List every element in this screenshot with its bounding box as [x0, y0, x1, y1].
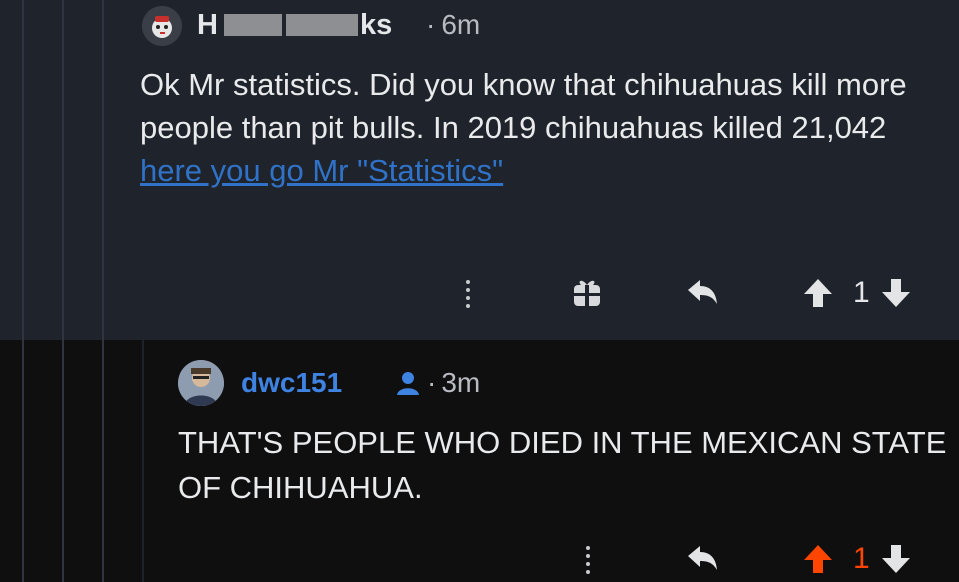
thread-line[interactable]	[62, 0, 64, 582]
comment-link[interactable]: here you go Mr "Statistics"	[140, 153, 503, 188]
separator: ·	[427, 367, 437, 398]
vote-count: 1	[853, 276, 870, 309]
avatar-image	[142, 6, 182, 46]
op-user-icon	[397, 372, 419, 395]
comment-meta: · 6m	[420, 8, 480, 42]
avatar-image	[178, 360, 224, 406]
downvote-icon[interactable]	[880, 542, 912, 576]
award-icon[interactable]	[572, 276, 602, 308]
vote-count: 1	[853, 542, 870, 575]
comment-body: THAT'S PEOPLE WHO DIED IN THE MEXICAN ST…	[178, 420, 958, 510]
vote-controls: 1	[801, 542, 912, 576]
username[interactable]: H ks	[197, 8, 392, 42]
avatar[interactable]	[142, 6, 182, 46]
username-part: ks	[359, 8, 393, 41]
reply-icon[interactable]	[684, 278, 720, 306]
reply-icon[interactable]	[684, 544, 720, 572]
username[interactable]: dwc151	[241, 365, 342, 401]
more-options-icon[interactable]	[585, 546, 591, 574]
avatar[interactable]	[178, 360, 224, 406]
redaction-block	[285, 14, 358, 36]
vote-controls: 1	[801, 276, 912, 310]
comment-age: 3m	[441, 367, 481, 398]
upvote-icon[interactable]	[801, 276, 835, 310]
redaction-block	[223, 14, 282, 36]
comment-body: Ok Mr statistics. Did you know that chih…	[140, 63, 940, 192]
thread-line[interactable]	[142, 340, 144, 582]
comment-text: Ok Mr statistics. Did you know that chih…	[140, 67, 907, 145]
more-options-icon[interactable]	[465, 280, 471, 308]
separator: ·	[426, 9, 436, 40]
upvote-icon[interactable]	[801, 542, 835, 576]
comment-text: THAT'S PEOPLE WHO DIED IN THE MEXICAN ST…	[178, 425, 947, 505]
comment-meta: · 3m	[395, 365, 480, 401]
thread-line[interactable]	[102, 0, 104, 582]
comment-age: 6m	[441, 9, 481, 40]
downvote-icon[interactable]	[880, 276, 912, 310]
username-part: H	[197, 8, 218, 41]
thread-line[interactable]	[22, 0, 24, 582]
